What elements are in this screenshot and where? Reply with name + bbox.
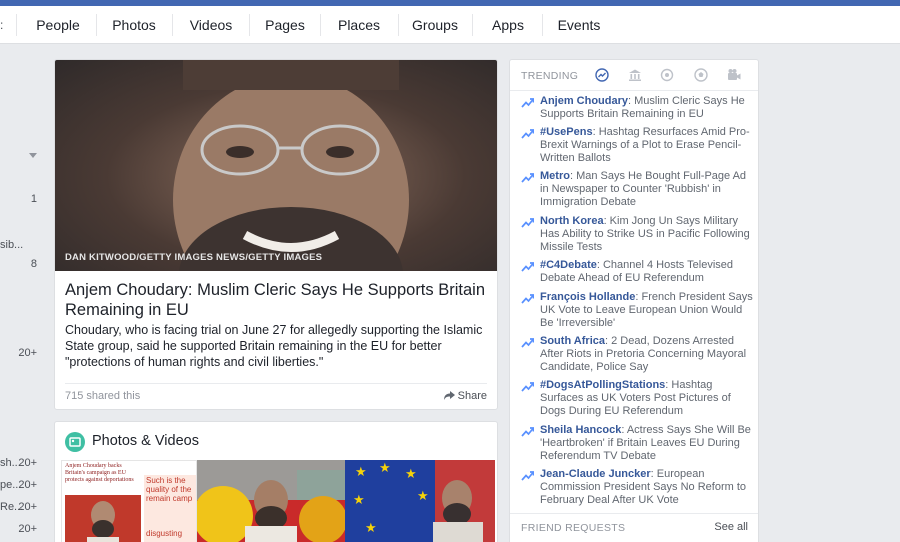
filter-count: 8: [30, 258, 37, 270]
svg-text:★: ★: [417, 489, 429, 504]
tab-divider: [542, 14, 543, 36]
trending-topic[interactable]: #DogsAtPollingStations: [540, 379, 665, 391]
filter-count: 20+: [18, 523, 37, 535]
trending-topic[interactable]: #UsePens: [540, 126, 593, 138]
svg-text:★: ★: [355, 465, 367, 480]
share-label: Share: [457, 390, 487, 402]
thumbnail-quote-2: disgusting: [146, 529, 183, 538]
trending-topic[interactable]: François Hollande: [540, 291, 635, 303]
filter-count: 20+: [18, 479, 37, 491]
tab-divider: [16, 14, 17, 36]
trending-arrow-icon: [521, 338, 534, 348]
filter-label[interactable]: sib...: [0, 239, 23, 251]
tab-divider: [96, 14, 97, 36]
trending-header: TRENDING: [521, 70, 579, 82]
trending-arrow-icon: [521, 294, 534, 304]
filter-count: 20+: [18, 457, 37, 469]
tab-videos[interactable]: Videos: [180, 6, 242, 44]
svg-text:★: ★: [353, 493, 365, 508]
tab-groups[interactable]: Groups: [405, 6, 465, 44]
thumbnail-caption: Anjem Choudary backs Britain's campaign …: [65, 463, 134, 483]
trending-arrow-icon: [521, 382, 534, 392]
share-arrow-icon: [443, 391, 455, 400]
shared-count: 715 shared this: [65, 390, 141, 402]
card-divider: [65, 383, 487, 384]
trending-topic[interactable]: Sheila Hancock: [540, 424, 621, 436]
tab-apps[interactable]: Apps: [480, 6, 536, 44]
news-card[interactable]: DAN KITWOOD/GETTY IMAGES NEWS/GETTY IMAG…: [54, 59, 498, 410]
tab-divider: [249, 14, 250, 36]
tab-pages[interactable]: Pages: [257, 6, 313, 44]
chevron-down-icon[interactable]: [29, 153, 37, 159]
share-button[interactable]: Share: [443, 390, 487, 402]
trending-topic[interactable]: North Korea: [540, 215, 604, 227]
left-filter-column: 1 sib... 8 20+ sh... 20+ pe... 20+ Re...…: [0, 44, 44, 542]
tab-places[interactable]: Places: [328, 6, 390, 44]
svg-text:★: ★: [379, 461, 391, 476]
trending-arrow-icon: [521, 471, 534, 481]
trending-divider: [510, 90, 758, 91]
tab-divider: [172, 14, 173, 36]
tab-divider: [398, 14, 399, 36]
trending-arrow-icon: [521, 173, 534, 183]
trending-topic[interactable]: South Africa: [540, 335, 605, 347]
image-credit: DAN KITWOOD/GETTY IMAGES NEWS/GETTY IMAG…: [65, 252, 323, 263]
trending-panel: TRENDING Anjem Choudary: Muslim Cleric S…: [509, 59, 759, 542]
trending-arrow-icon: [521, 427, 534, 437]
science-icon[interactable]: [660, 68, 674, 82]
svg-text:★: ★: [365, 521, 377, 536]
portrait-illustration: [173, 60, 409, 271]
news-description: Choudary, who is facing trial on June 27…: [65, 323, 483, 369]
thumbnail-quote: Such is the quality of the remain camp: [146, 476, 193, 503]
trending-arrow-icon: [521, 218, 534, 228]
see-all-link[interactable]: See all: [714, 521, 748, 533]
sports-icon[interactable]: [694, 68, 708, 82]
video-thumbnail[interactable]: ★ ★ ★ ★ ★ ★: [345, 460, 495, 542]
politics-icon[interactable]: [628, 68, 642, 82]
filter-count: 20+: [18, 501, 37, 513]
entertainment-icon[interactable]: [727, 68, 741, 82]
friend-requests-divider: [510, 513, 758, 514]
trending-arrow-icon: [521, 129, 534, 139]
tab-events[interactable]: Events: [550, 6, 608, 44]
tab-overflow-edge: :: [0, 18, 4, 32]
friend-requests-header: FRIEND REQUESTS: [521, 522, 626, 534]
search-filter-tabs: : People Photos Videos Pages Places Grou…: [0, 6, 900, 44]
photos-videos-card: Photos & Videos Anjem Choudary backs Bri…: [54, 421, 498, 542]
news-headline[interactable]: Anjem Choudary: Muslim Cleric Says He Su…: [65, 280, 490, 320]
trending-topic[interactable]: #C4Debate: [540, 259, 597, 271]
tab-divider: [472, 14, 473, 36]
photo-thumbnail[interactable]: Anjem Choudary backs Britain's campaign …: [61, 460, 197, 542]
filter-count: 1: [30, 193, 37, 205]
trending-arrow-icon: [521, 262, 534, 272]
trending-arrow-icon: [521, 98, 534, 108]
video-thumbnail[interactable]: [197, 460, 345, 542]
trending-icon[interactable]: [595, 68, 609, 82]
svg-text:★: ★: [405, 467, 417, 482]
trending-text: : Man Says He Bought Full-Page Ad in New…: [540, 170, 747, 208]
tab-divider: [320, 14, 321, 36]
tab-photos[interactable]: Photos: [104, 6, 164, 44]
trending-topic[interactable]: Metro: [540, 170, 570, 182]
filter-count: 20+: [18, 347, 37, 359]
photo-icon: [65, 432, 85, 452]
news-hero-image[interactable]: DAN KITWOOD/GETTY IMAGES NEWS/GETTY IMAG…: [55, 60, 497, 271]
tab-people[interactable]: People: [26, 6, 90, 44]
photos-videos-title: Photos & Videos: [92, 433, 199, 449]
trending-topic[interactable]: Anjem Choudary: [540, 95, 628, 107]
news-topic[interactable]: Anjem Choudary: [65, 281, 188, 299]
trending-topic[interactable]: Jean-Claude Juncker: [540, 468, 651, 480]
